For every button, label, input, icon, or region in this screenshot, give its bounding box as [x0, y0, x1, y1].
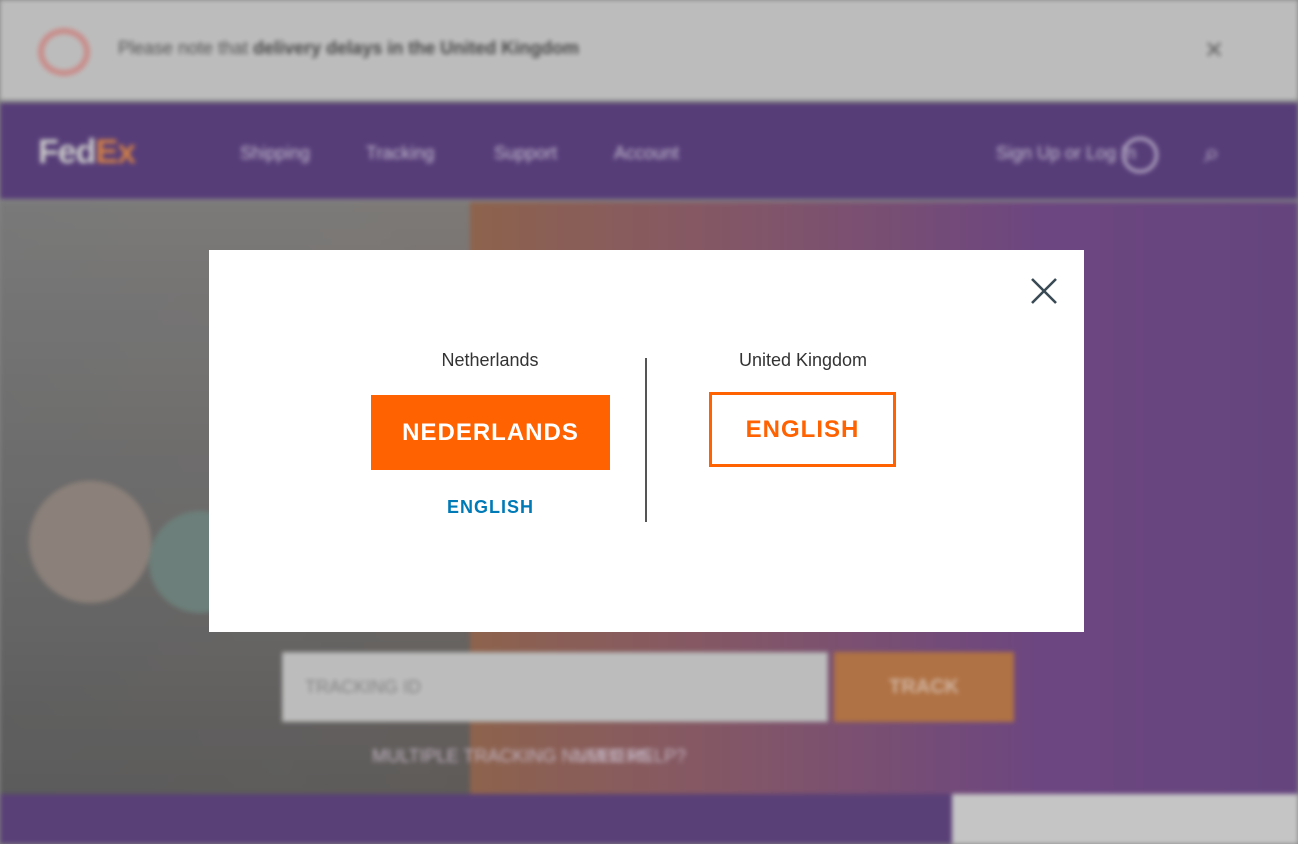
close-icon[interactable]: [1029, 276, 1069, 308]
language-modal: Netherlands NEDERLANDS ENGLISH United Ki…: [209, 250, 1084, 632]
netherlands-english-link[interactable]: ENGLISH: [371, 497, 610, 518]
country-title-united-kingdom: United Kingdom: [738, 350, 868, 370]
uk-english-button[interactable]: ENGLISH: [709, 392, 896, 467]
nederlands-button[interactable]: NEDERLANDS: [371, 395, 610, 470]
country-title-netherlands: Netherlands: [441, 350, 539, 370]
column-divider: [645, 358, 647, 522]
